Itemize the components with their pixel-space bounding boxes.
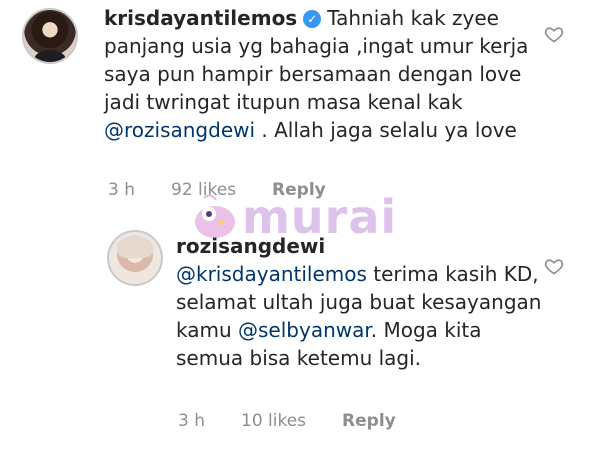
reply-mention-2[interactable]: @selbyanwar	[238, 318, 371, 342]
comment-body-part2: . Allah jaga selalu ya love	[255, 118, 517, 142]
comment-text: krisdayantilemos ✓ Tahniah kak zyee panjan…	[104, 4, 544, 144]
like-heart-icon[interactable]	[544, 24, 564, 44]
reply-reply-button[interactable]: Reply	[342, 411, 396, 431]
comment-username[interactable]: krisdayantilemos	[104, 6, 297, 30]
comment-time: 3 h	[108, 180, 135, 200]
reply-likes[interactable]: 10 likes	[241, 411, 306, 431]
avatar-krisdayantilemos[interactable]	[22, 8, 78, 64]
reply-username[interactable]: rozisangdewi	[176, 234, 325, 258]
verified-badge-icon: ✓	[303, 10, 322, 28]
reply-text: rozisangdewi @krisdayantilemos terima ka…	[176, 232, 551, 372]
reply-mention-1[interactable]: @krisdayantilemos	[176, 262, 367, 286]
comment-mention[interactable]: @rozisangdewi	[104, 118, 255, 142]
reply-meta: 3 h 10 likes Reply	[178, 411, 432, 431]
like-heart-icon[interactable]	[544, 256, 564, 276]
avatar-rozisangdewi[interactable]	[107, 230, 163, 286]
reply-time: 3 h	[178, 411, 205, 431]
